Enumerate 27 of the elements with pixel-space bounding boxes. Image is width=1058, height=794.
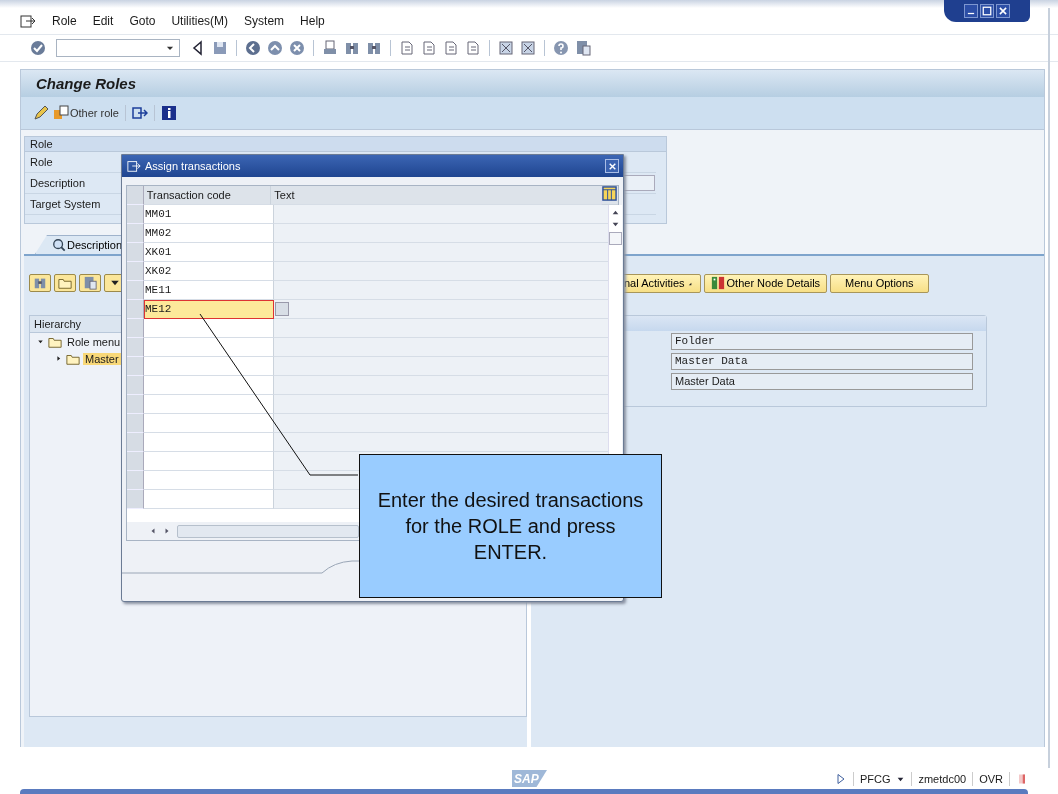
dialog-title: Assign transactions xyxy=(145,160,241,172)
menu-button[interactable]: Menu Options xyxy=(830,273,929,293)
menu-button[interactable]: Other Node Details xyxy=(703,273,828,293)
field-label: Role xyxy=(30,156,53,168)
menu-item[interactable]: Goto xyxy=(129,14,156,28)
column-header: Text xyxy=(271,186,602,205)
other-role-button[interactable]: Other role xyxy=(53,105,119,121)
input-field[interactable]: Master Data xyxy=(671,352,973,370)
group-title: Role xyxy=(25,137,666,152)
menu-item[interactable]: System xyxy=(244,14,285,28)
server-name: zmetdc00 xyxy=(918,773,967,785)
menu-item[interactable]: Edit xyxy=(92,14,114,28)
screen-title: Change Roles xyxy=(21,70,1044,97)
transaction-code[interactable]: PFCG xyxy=(859,773,891,785)
field-label: Description xyxy=(30,177,86,189)
tree-node[interactable]: Role menu xyxy=(65,335,123,348)
input-field[interactable]: Master Data xyxy=(671,372,973,390)
menu-item[interactable]: Role xyxy=(52,14,77,28)
input-field[interactable]: Folder xyxy=(671,332,973,350)
insert-mode: OVR xyxy=(979,773,1003,785)
field-label: Target System xyxy=(30,198,101,210)
column-header: Transaction code xyxy=(143,186,272,205)
tree-node[interactable]: Master xyxy=(83,352,121,365)
menu-item[interactable]: Utilities(M) xyxy=(171,14,229,28)
sap-logo: SAP xyxy=(512,770,547,787)
instruction-tooltip: Enter the desired transactions for the ROLE and press ENTER. xyxy=(359,454,662,598)
menu-item[interactable]: Help xyxy=(300,14,325,28)
